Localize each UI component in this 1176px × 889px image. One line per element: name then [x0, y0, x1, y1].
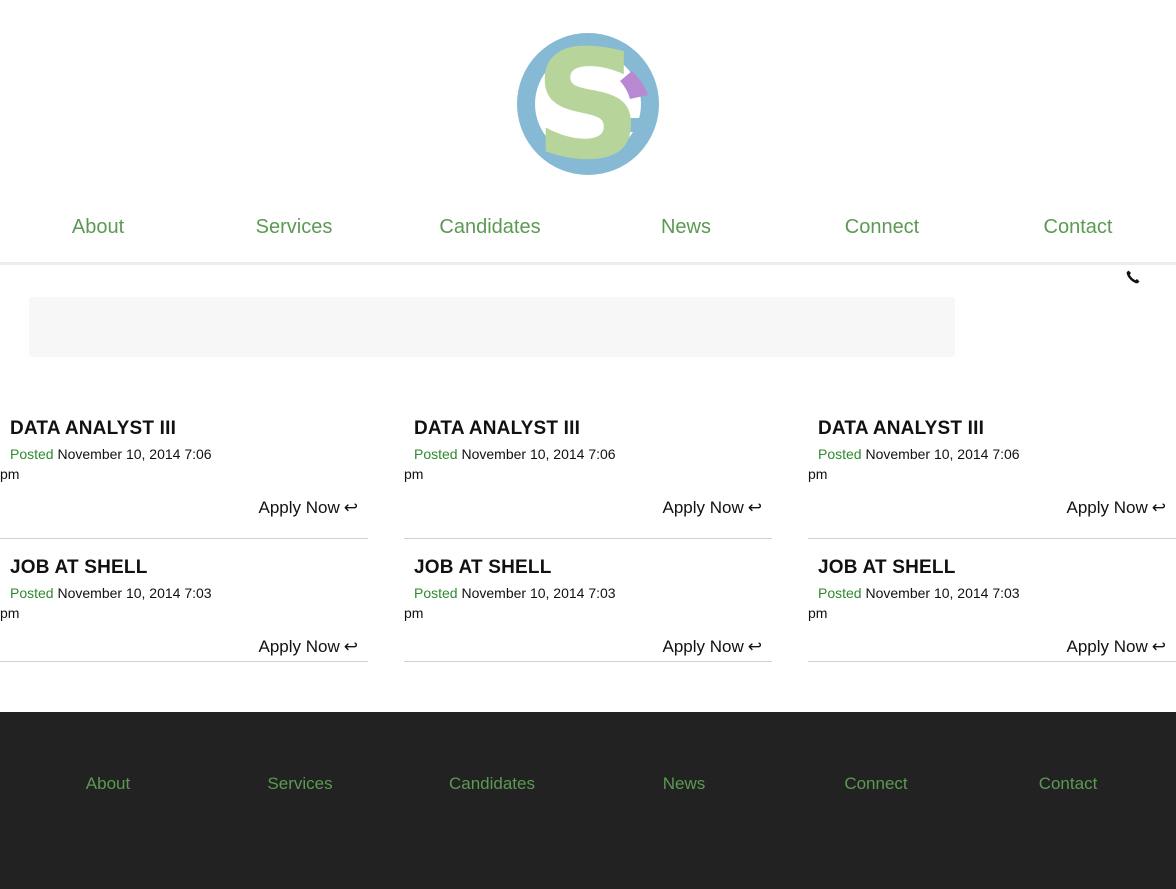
apply-now-label: Apply Now: [258, 637, 340, 656]
return-arrow-icon: ↩: [1151, 498, 1166, 517]
apply-now-label: Apply Now: [662, 637, 744, 656]
main-nav: About Services Candidates News Connect C…: [0, 205, 1176, 249]
apply-now-link[interactable]: Apply Now ↩: [662, 498, 762, 518]
job-card: DATA ANALYST III Posted November 10, 201…: [0, 410, 368, 539]
job-title[interactable]: JOB AT SHELL: [818, 557, 956, 579]
nav-candidates[interactable]: Candidates: [392, 205, 588, 249]
footer-nav-contact[interactable]: Contact: [972, 774, 1164, 794]
job-title[interactable]: DATA ANALYST III: [10, 418, 176, 440]
posted-label: Posted: [414, 585, 458, 601]
apply-now-label: Apply Now: [258, 498, 340, 517]
posted-label: Posted: [414, 446, 458, 462]
job-title[interactable]: JOB AT SHELL: [414, 557, 552, 579]
footer-nav-about[interactable]: About: [12, 774, 204, 794]
return-arrow-icon: ↩: [747, 498, 762, 517]
sg-logo[interactable]: S: [517, 33, 659, 175]
phone-icon[interactable]: [1125, 269, 1141, 285]
job-posted-info: Posted November 10, 2014 7:03 pm: [808, 583, 1038, 623]
job-posted-info: Posted November 10, 2014 7:03 pm: [404, 583, 634, 623]
posted-label: Posted: [10, 446, 54, 462]
svg-text:S: S: [534, 33, 642, 175]
job-posted-info: Posted November 10, 2014 7:03 pm: [0, 583, 230, 623]
posted-label: Posted: [818, 585, 862, 601]
footer-nav: About Services Candidates News Connect C…: [12, 774, 1164, 794]
apply-now-link[interactable]: Apply Now ↩: [258, 637, 358, 657]
job-card: DATA ANALYST III Posted November 10, 201…: [808, 410, 1176, 539]
job-title[interactable]: DATA ANALYST III: [414, 418, 580, 440]
apply-now-link[interactable]: Apply Now ↩: [662, 637, 762, 657]
footer-nav-connect[interactable]: Connect: [780, 774, 972, 794]
job-posted-info: Posted November 10, 2014 7:06 pm: [404, 444, 634, 484]
footer: About Services Candidates News Connect C…: [0, 712, 1176, 889]
return-arrow-icon: ↩: [343, 498, 358, 517]
nav-news[interactable]: News: [588, 205, 784, 249]
header-divider: [0, 262, 1176, 265]
posted-label: Posted: [818, 446, 862, 462]
nav-connect[interactable]: Connect: [784, 205, 980, 249]
nav-contact[interactable]: Contact: [980, 205, 1176, 249]
job-card: JOB AT SHELL Posted November 10, 2014 7:…: [404, 549, 772, 662]
apply-now-link[interactable]: Apply Now ↩: [1066, 637, 1166, 657]
apply-now-label: Apply Now: [1066, 637, 1148, 656]
return-arrow-icon: ↩: [747, 637, 762, 656]
job-card: JOB AT SHELL Posted November 10, 2014 7:…: [0, 549, 368, 662]
apply-now-link[interactable]: Apply Now ↩: [1066, 498, 1166, 518]
job-posted-info: Posted November 10, 2014 7:06 pm: [0, 444, 230, 484]
footer-nav-services[interactable]: Services: [204, 774, 396, 794]
nav-services[interactable]: Services: [196, 205, 392, 249]
job-title[interactable]: DATA ANALYST III: [818, 418, 984, 440]
apply-now-label: Apply Now: [1066, 498, 1148, 517]
nav-about[interactable]: About: [0, 205, 196, 249]
return-arrow-icon: ↩: [343, 637, 358, 656]
return-arrow-icon: ↩: [1151, 637, 1166, 656]
job-card: DATA ANALYST III Posted November 10, 201…: [404, 410, 772, 539]
footer-nav-news[interactable]: News: [588, 774, 780, 794]
apply-now-label: Apply Now: [662, 498, 744, 517]
posted-label: Posted: [10, 585, 54, 601]
search-box[interactable]: [29, 297, 955, 357]
footer-nav-candidates[interactable]: Candidates: [396, 774, 588, 794]
apply-now-link[interactable]: Apply Now ↩: [258, 498, 358, 518]
job-card: JOB AT SHELL Posted November 10, 2014 7:…: [808, 549, 1176, 662]
job-title[interactable]: JOB AT SHELL: [10, 557, 148, 579]
job-posted-info: Posted November 10, 2014 7:06 pm: [808, 444, 1038, 484]
